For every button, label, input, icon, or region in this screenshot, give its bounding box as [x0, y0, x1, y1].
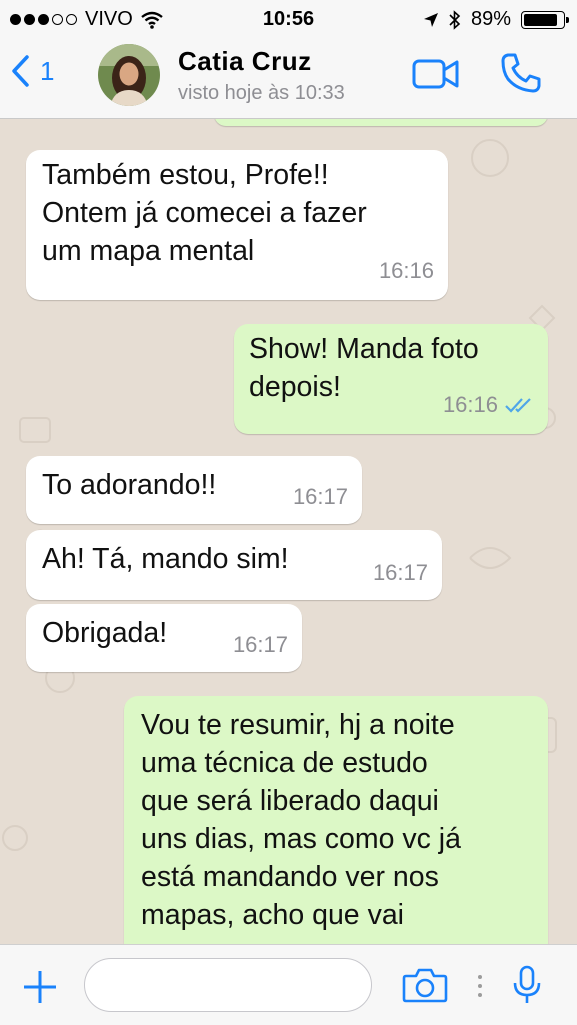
bluetooth-icon	[449, 9, 461, 30]
unread-count: 1	[40, 55, 55, 86]
back-button[interactable]: 1	[10, 54, 54, 88]
voice-message-button[interactable]	[512, 965, 542, 1010]
message-bubble[interactable]: Vou te resumir, hj a noite uma técnica d…	[124, 696, 548, 944]
status-bar: VIVO 10:56 89%	[0, 0, 577, 38]
camera-icon	[402, 968, 448, 1003]
message-bubble[interactable]: Também estou, Profe!! Ontem já comecei a…	[26, 150, 448, 300]
battery-icon	[521, 10, 569, 29]
attach-button[interactable]	[22, 969, 58, 1010]
video-camera-icon	[412, 59, 459, 89]
read-double-check-icon	[505, 398, 531, 413]
message-time: 16:17	[292, 484, 348, 509]
message-bubble[interactable]: Ah! Tá, mando sim! 16:17	[26, 530, 442, 600]
contact-name[interactable]: Catia Cruz	[178, 46, 312, 77]
last-seen: visto hoje às 10:33	[178, 82, 345, 104]
plus-icon	[24, 971, 56, 1003]
status-right: 89%	[423, 8, 569, 31]
message-bubble[interactable]: To adorando!! 16:17	[26, 456, 362, 524]
message-time: 16:16	[378, 258, 434, 283]
more-dots-icon	[478, 975, 482, 997]
camera-button[interactable]	[402, 967, 448, 1008]
voice-call-button[interactable]	[500, 52, 542, 99]
message-bubble[interactable]: Show! Manda foto depois! 16:16	[234, 324, 548, 434]
chat-area[interactable]: Também estou, Profe!! Ontem já comecei a…	[0, 118, 577, 944]
video-call-button[interactable]	[412, 58, 460, 95]
battery-percent: 89%	[470, 8, 511, 30]
previous-message-bubble	[214, 118, 548, 126]
input-bar	[0, 944, 577, 1025]
microphone-icon	[513, 965, 541, 1003]
message-text: Vou te resumir, hj a noite uma técnica d…	[141, 709, 461, 931]
message-time: 16:17	[232, 632, 288, 657]
message-meta: 16:16	[443, 386, 534, 424]
location-arrow-icon	[423, 12, 438, 27]
message-bubble[interactable]: Obrigada! 16:17	[26, 604, 302, 672]
back-chevron-icon	[12, 55, 29, 87]
message-input[interactable]	[84, 958, 372, 1012]
top-bar: VIVO 10:56 89% 1 Catia Cruz visto hoje à…	[0, 0, 577, 119]
message-time: 16:17	[372, 560, 428, 585]
message-time: 16:16	[442, 392, 498, 417]
phone-icon	[501, 53, 541, 93]
avatar[interactable]	[98, 44, 160, 106]
